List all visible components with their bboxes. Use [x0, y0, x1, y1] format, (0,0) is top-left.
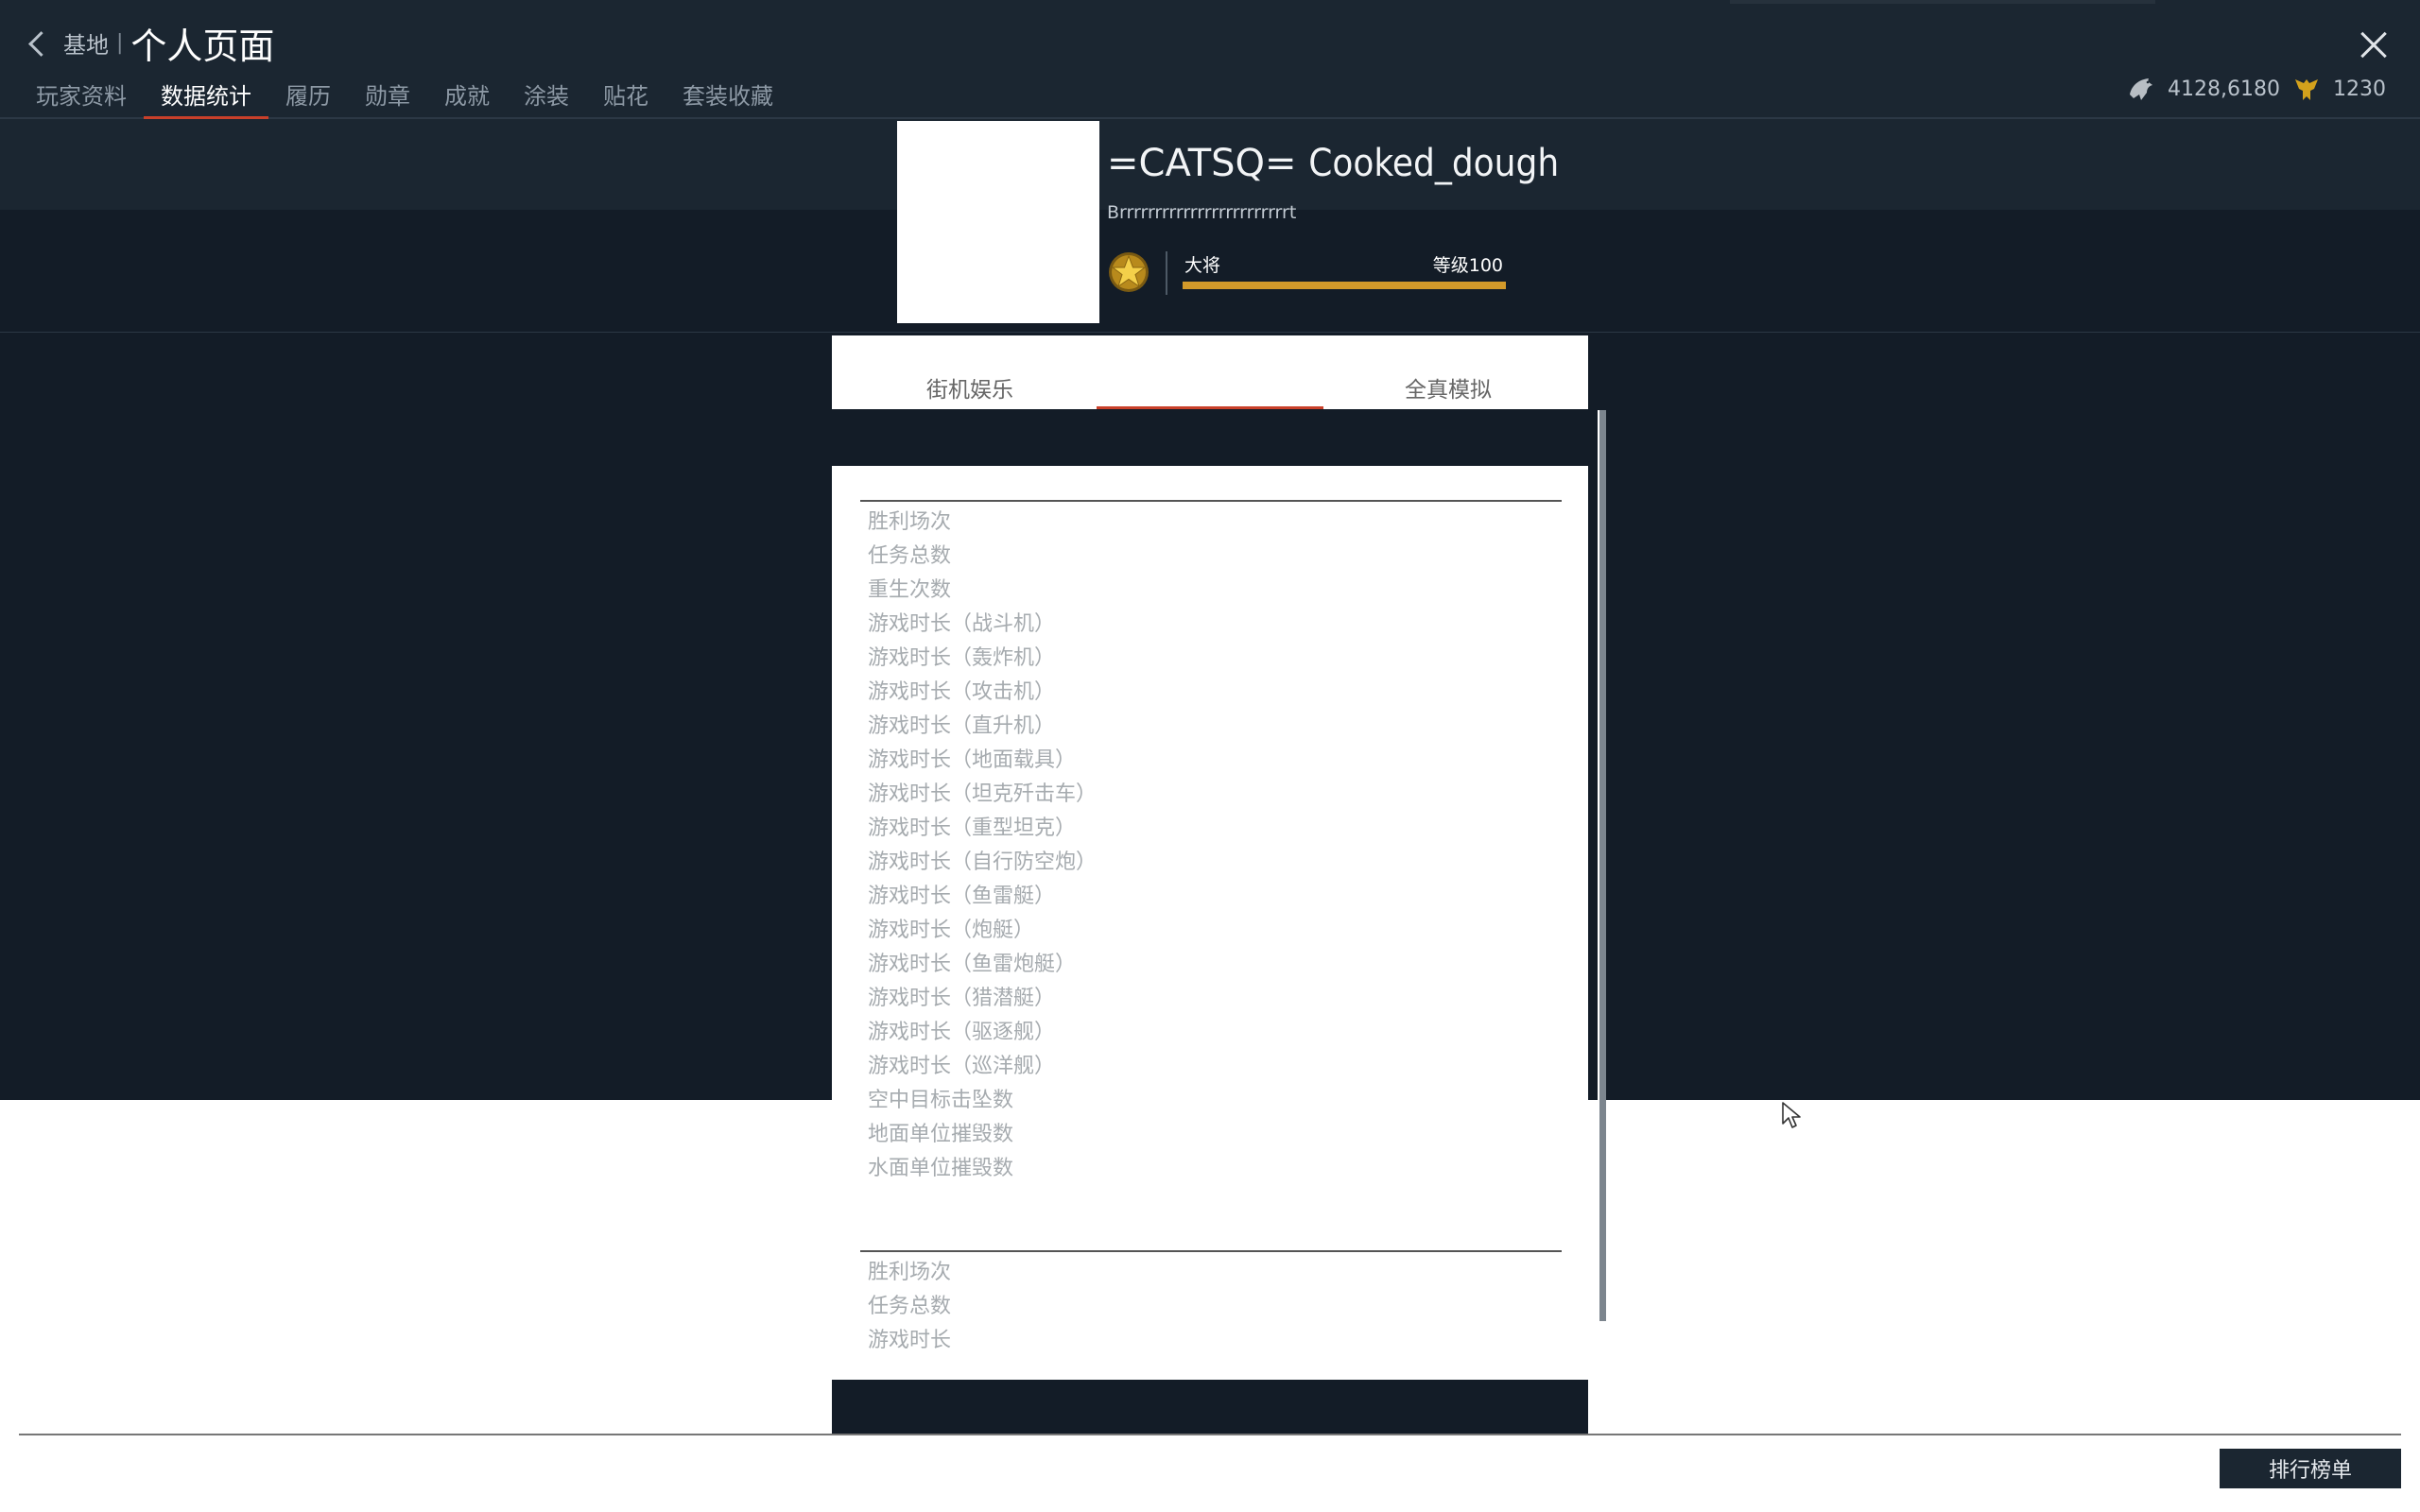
panel-footer-strip [832, 1380, 1588, 1435]
list-item: 胜利场次 [868, 1261, 952, 1284]
currency-display: 4128,6180 1230 [2126, 74, 2386, 104]
list-item: 空中目标击坠数 [868, 1089, 1014, 1112]
tab-statistics[interactable]: 数据统计 [144, 70, 268, 119]
list-item: 任务总数 [868, 1295, 952, 1318]
nav-tabs: 玩家资料 数据统计 履历 勋章 成就 涂装 贴花 套装收藏 [19, 70, 790, 119]
rank-name: 大将 [1184, 255, 1221, 276]
stats-list-general: 胜利场次 任务总数 游戏时长 [868, 1256, 951, 1358]
leaderboard-button[interactable]: 排行榜单 [2220, 1449, 2401, 1488]
profile-band-divider [0, 332, 2420, 333]
level-progress-bar [1183, 282, 1506, 289]
section-divider [860, 500, 1562, 502]
list-item: 水面单位摧毁数 [868, 1157, 1014, 1180]
eagle-silver-icon [2130, 78, 2153, 100]
title-separator: | [116, 31, 124, 55]
panel-header-strip [832, 409, 1588, 466]
level-label: 等级100 [1432, 255, 1503, 276]
scrollbar-thumb[interactable] [1599, 410, 1606, 1321]
list-item: 游戏时长（攻击机） [868, 680, 1056, 704]
list-item: 游戏时长（地面载具） [868, 748, 1077, 772]
gold-amount: 1230 [2333, 77, 2386, 101]
back-button[interactable]: 基地 | 个人页面 [28, 17, 275, 69]
list-item: 游戏时长（猎潜艇） [868, 987, 1056, 1010]
tab-skins[interactable]: 涂装 [507, 70, 586, 117]
star-rank-icon [1109, 252, 1149, 292]
tab-decals[interactable]: 贴花 [586, 70, 666, 117]
player-name: =CATSQ= Cooked_dough [1107, 142, 1559, 185]
top-strip [1730, 0, 2155, 4]
rank-divider [1166, 251, 1167, 295]
nickname: Cooked_dough [1308, 142, 1560, 185]
list-item: 游戏时长（直升机） [868, 714, 1056, 738]
tab-achievements[interactable]: 成就 [427, 70, 507, 117]
list-item: 游戏时长（自行防空炮） [868, 850, 1098, 874]
cursor-icon [1782, 1102, 1801, 1128]
list-item: 游戏时长（重型坦克） [868, 816, 1077, 840]
back-label: 基地 [63, 32, 109, 59]
eagle-gold-icon [2295, 79, 2318, 100]
footer-divider [19, 1434, 2401, 1435]
tab-service-record[interactable]: 履历 [268, 70, 348, 117]
section-divider [860, 1250, 1562, 1252]
list-item: 游戏时长（驱逐舰） [868, 1021, 1056, 1044]
list-item: 胜利场次 [868, 510, 952, 534]
clan-tag: =CATSQ= [1107, 142, 1297, 185]
tab-realistic[interactable]: 全真模拟 [1405, 371, 1492, 404]
list-item: 游戏时长（鱼雷艇） [868, 885, 1056, 908]
tab-medals[interactable]: 勋章 [348, 70, 427, 117]
page-title: 个人页面 [130, 26, 275, 67]
stats-list-vehicles: 胜利场次 任务总数 重生次数 游戏时长（战斗机） 游戏时长（轰炸机） 游戏时长（… [868, 506, 1097, 1186]
list-item: 重生次数 [868, 578, 952, 602]
player-motto: Brrrrrrrrrrrrrrrrrrrrrrrrt [1107, 202, 1297, 223]
tab-player-profile[interactable]: 玩家资料 [19, 70, 144, 117]
list-item: 游戏时长 [868, 1329, 952, 1352]
tab-set-collection[interactable]: 套装收藏 [666, 70, 790, 117]
list-item: 游戏时长（轰炸机） [868, 646, 1056, 670]
avatar[interactable] [897, 121, 1099, 323]
header-divider [0, 117, 2420, 119]
list-item: 游戏时长（炮艇） [868, 919, 1035, 942]
mode-tabs: 街机娱乐 全真模拟 [832, 335, 1588, 409]
list-item: 任务总数 [868, 544, 952, 568]
list-item: 游戏时长（巡洋舰） [868, 1055, 1056, 1078]
list-item: 地面单位摧毁数 [868, 1123, 1014, 1146]
list-item: 游戏时长（坦克歼击车） [868, 782, 1098, 806]
stats-panel: 胜利场次 任务总数 重生次数 游戏时长（战斗机） 游戏时长（轰炸机） 游戏时长（… [832, 466, 1588, 1380]
close-icon[interactable] [2360, 31, 2388, 60]
list-item: 游戏时长（鱼雷炮艇） [868, 953, 1077, 976]
tab-arcade[interactable]: 街机娱乐 [926, 371, 1013, 404]
chevron-left-icon [28, 31, 54, 57]
silver-amount: 4128,6180 [2168, 77, 2280, 101]
list-item: 游戏时长（战斗机） [868, 612, 1056, 636]
